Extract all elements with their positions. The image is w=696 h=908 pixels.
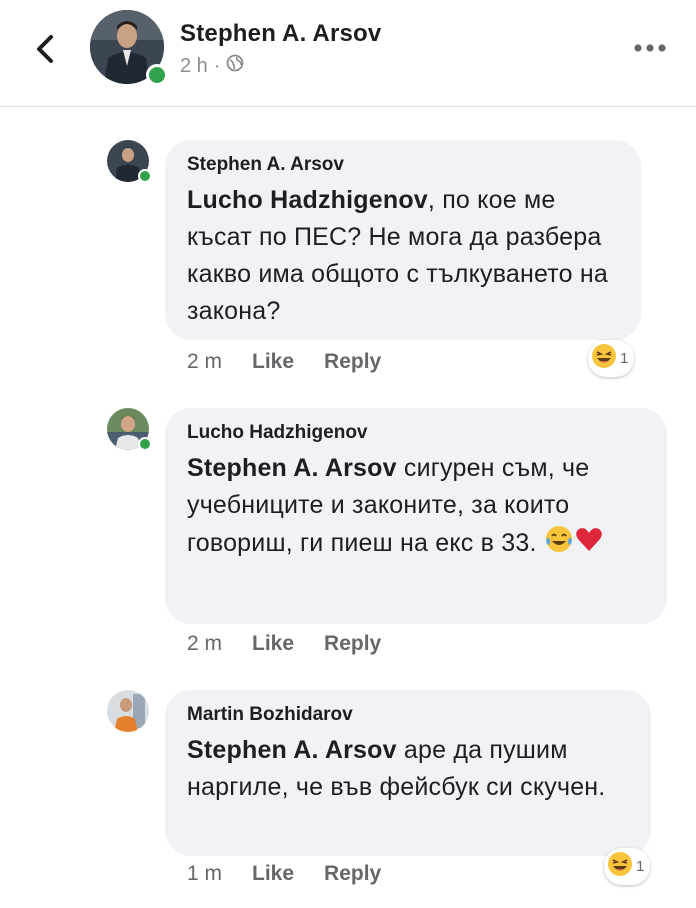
mention-link[interactable]: Lucho Hadzhigenov	[187, 186, 428, 214]
commenter-avatar[interactable]	[107, 690, 151, 734]
comment-author[interactable]: Stephen A. Arsov	[187, 154, 619, 176]
comment-bubble: Lucho Hadzhigenov Stephen A. Arsov сигур…	[165, 408, 667, 624]
reaction-count: 1	[620, 350, 629, 367]
comment-actions: 1 m Like Reply	[187, 862, 381, 886]
comment-bubble: Stephen A. Arsov Lucho Hadzhigenov, по к…	[165, 140, 641, 340]
comment-author[interactable]: Martin Bozhidarov	[187, 704, 629, 726]
comment-bubble: Martin Bozhidarov Stephen A. Arsov аре д…	[165, 690, 651, 856]
reply-button[interactable]: Reply	[324, 862, 381, 886]
mention-link[interactable]: Stephen A. Arsov	[187, 454, 397, 482]
online-status-indicator	[138, 437, 152, 451]
author-avatar[interactable]	[90, 10, 168, 86]
reaction-summary[interactable]: 1	[588, 340, 635, 377]
comment-actions: 2 m Like Reply	[187, 632, 381, 656]
more-options-icon[interactable]	[632, 41, 668, 55]
laughing-emoji-icon	[607, 851, 633, 882]
commenter-avatar[interactable]	[107, 408, 152, 452]
back-arrow-icon[interactable]	[30, 32, 60, 66]
meta-separator: ·	[213, 54, 221, 77]
comment-text: Stephen A. Arsov аре да пушим наргиле, ч…	[187, 732, 629, 806]
online-status-indicator	[146, 64, 168, 86]
like-button[interactable]: Like	[252, 632, 294, 656]
tears-of-joy-emoji-icon	[544, 524, 574, 565]
like-button[interactable]: Like	[252, 862, 294, 886]
comment-time[interactable]: 2 m	[187, 632, 222, 656]
laughing-emoji-icon	[591, 343, 617, 374]
reply-button[interactable]: Reply	[324, 632, 381, 656]
author-name[interactable]: Stephen A. Arsov	[180, 20, 381, 48]
comment-text: Lucho Hadzhigenov, по кое ме късат по ПЕ…	[187, 182, 619, 330]
reaction-count: 1	[636, 858, 645, 875]
comment-actions: 2 m Like Reply	[187, 350, 381, 374]
like-button[interactable]: Like	[252, 350, 294, 374]
comment-text: Stephen A. Arsov сигурен съм, че учебниц…	[187, 450, 645, 565]
reaction-summary[interactable]: 1	[604, 848, 651, 885]
mention-link[interactable]: Stephen A. Arsov	[187, 736, 397, 764]
comment-author[interactable]: Lucho Hadzhigenov	[187, 422, 645, 444]
online-status-indicator	[138, 169, 152, 183]
comment-time[interactable]: 1 m	[187, 862, 222, 886]
comment-time[interactable]: 2 m	[187, 350, 222, 374]
post-time[interactable]: 2 h	[180, 55, 208, 78]
commenter-avatar[interactable]	[107, 140, 152, 184]
globe-icon	[226, 54, 244, 78]
post-meta: 2 h ·	[180, 54, 244, 78]
red-heart-emoji-icon	[574, 524, 604, 565]
post-header: Stephen A. Arsov 2 h ·	[0, 0, 696, 107]
reply-button[interactable]: Reply	[324, 350, 381, 374]
